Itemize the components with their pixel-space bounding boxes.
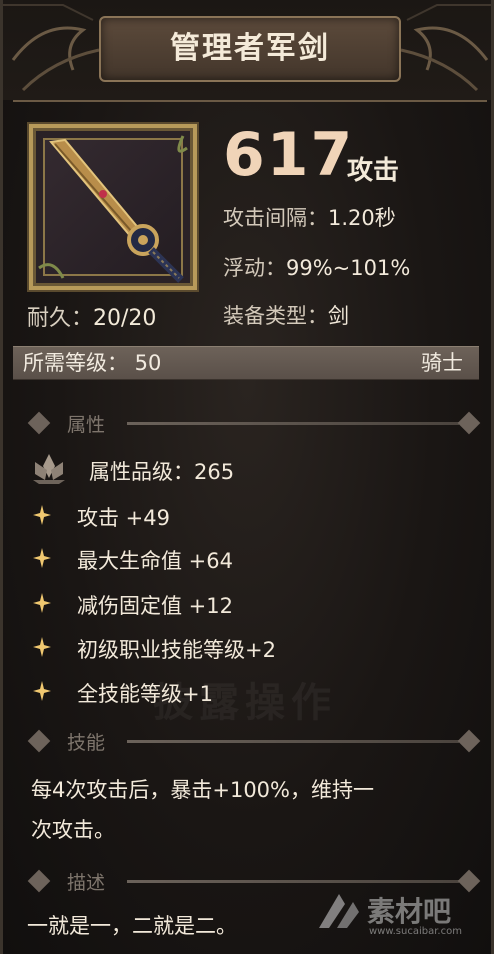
attribute-text: 初级职业技能等级+2: [77, 638, 276, 662]
sparkle-icon: [33, 505, 51, 525]
attack-interval-value: 1.20秒: [328, 206, 396, 230]
durability: 耐久：20/20: [27, 300, 156, 332]
lotus-icon: [33, 454, 65, 484]
section-attributes-title: 属性: [67, 414, 106, 436]
attribute-text: 攻击 +49: [77, 506, 170, 530]
equip-type-value: 剑: [328, 304, 349, 328]
item-tooltip-panel: 管理者军剑 耐久：20/20 617 攻击 攻击间隔：1.20秒 浮动：99%~…: [0, 0, 494, 954]
sparkle-icon: [33, 593, 51, 613]
header-ornament: 管理者军剑: [3, 0, 491, 100]
equip-type: 装备类型：剑: [223, 300, 349, 330]
weapon-icon-frame: [29, 124, 197, 290]
sparkle-icon: [33, 548, 51, 568]
equip-type-label: 装备类型：: [223, 304, 328, 328]
section-rule: [127, 880, 459, 883]
durability-label: 耐久：: [27, 306, 94, 331]
section-rule: [127, 422, 459, 425]
section-description-title: 描述: [67, 872, 106, 894]
attribute-text: 全技能等级+1: [77, 682, 213, 706]
attribute-grade-text: 属性品级：265: [89, 460, 235, 484]
float-label: 浮动：: [223, 256, 286, 280]
diamond-icon: [457, 411, 481, 435]
required-level: 所需等级： 50: [23, 351, 162, 375]
float-value: 99%~101%: [286, 256, 411, 280]
watermark-logo-icon: [319, 894, 359, 928]
skill-line-1: 每4次攻击后，暴击+100%，维持一: [31, 778, 374, 802]
diamond-icon: [27, 729, 51, 753]
divider: [13, 100, 487, 102]
watermark-brand: 素材吧: [367, 895, 452, 928]
attribute-text: 减伤固定值 +12: [77, 594, 233, 618]
diamond-icon: [27, 411, 51, 435]
diamond-icon: [457, 729, 481, 753]
attack-value: 617: [223, 120, 355, 190]
section-skill: 技能: [27, 726, 483, 756]
section-rule: [127, 740, 459, 743]
item-name: 管理者军剑: [170, 31, 330, 66]
sparkle-icon: [33, 681, 51, 701]
diamond-icon: [27, 869, 51, 893]
attribute-text: 最大生命值 +64: [77, 549, 233, 573]
sword-icon: [38, 135, 188, 283]
skill-line-2: 次攻击。: [31, 818, 115, 842]
section-skill-title: 技能: [67, 732, 106, 754]
section-attributes: 属性: [27, 408, 483, 438]
watermark: 素材吧 www.sucaibar.com: [315, 888, 485, 944]
durability-value: 20/20: [93, 306, 157, 331]
item-description: 一就是一，二就是二。: [27, 914, 237, 938]
sparkle-icon: [33, 637, 51, 657]
attack-interval-label: 攻击间隔：: [223, 206, 328, 230]
float-range: 浮动：99%~101%: [223, 252, 410, 282]
required-class: 骑士: [421, 351, 463, 375]
watermark-url: www.sucaibar.com: [369, 926, 462, 937]
skill-description: 每4次攻击后，暴击+100%，维持一 次攻击。: [31, 770, 471, 850]
attack-unit: 攻击: [347, 156, 400, 186]
attack-interval: 攻击间隔：1.20秒: [223, 202, 396, 232]
